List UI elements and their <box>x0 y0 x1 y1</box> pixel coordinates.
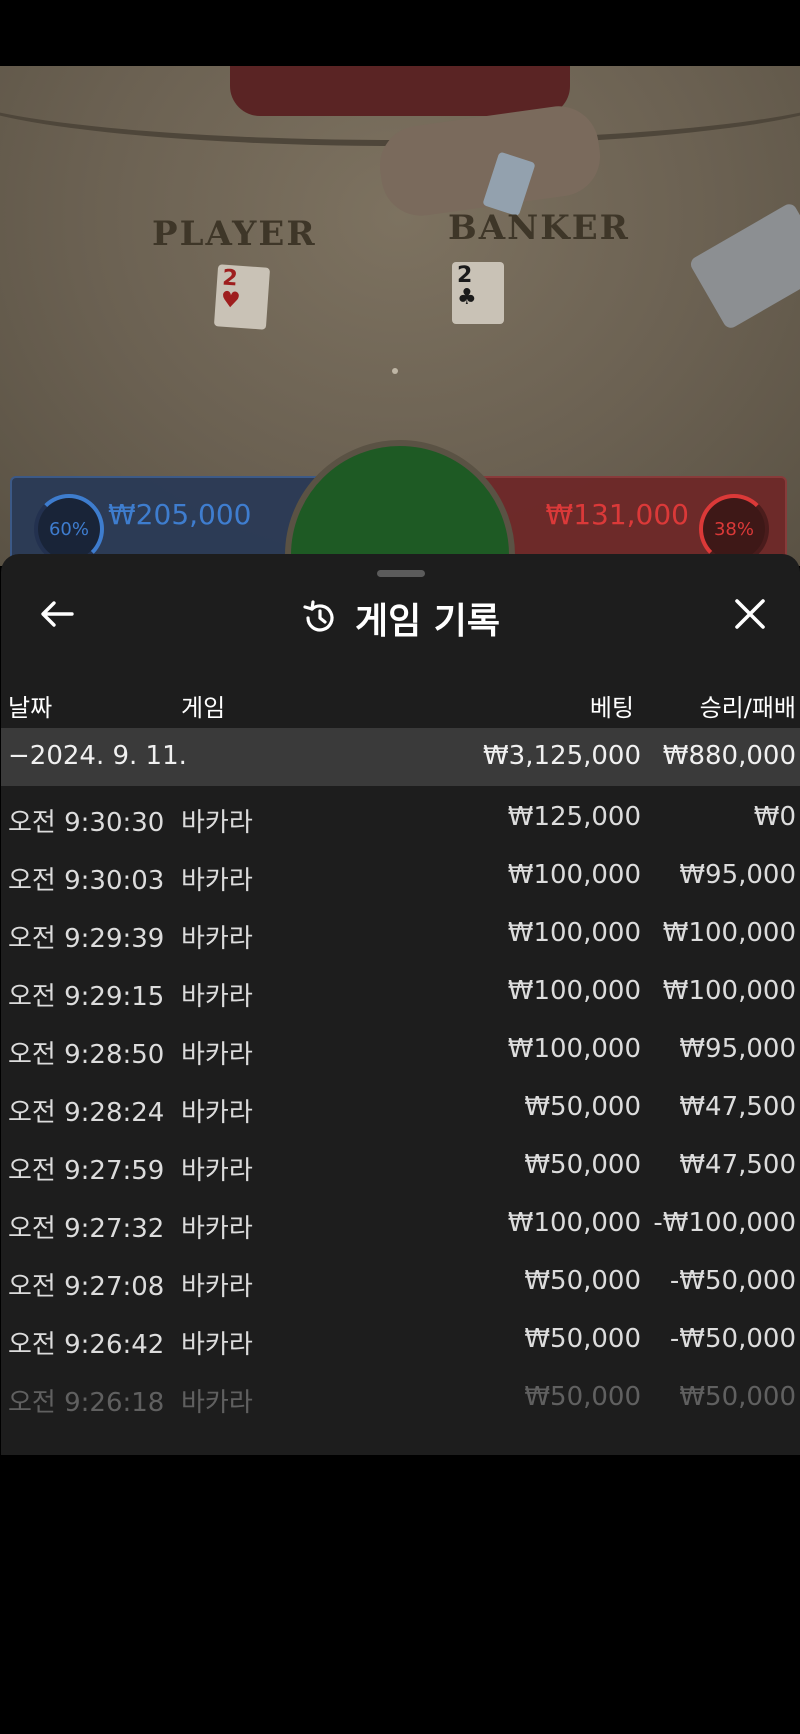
banker-bet-total: ₩131,000 <box>545 498 689 531</box>
row-winloss: ₩47,500 <box>679 1092 796 1122</box>
history-row[interactable]: 오전 9:26:42 바카라 ₩50,000 -₩50,000 <box>1 1308 800 1366</box>
history-row[interactable]: 오전 9:27:32 바카라 ₩100,000 -₩100,000 <box>1 1192 800 1250</box>
row-bet: ₩100,000 <box>507 1208 641 1238</box>
history-row[interactable]: 오전 9:28:50 바카라 ₩100,000 ₩95,000 <box>1 1018 800 1076</box>
dealer <box>230 66 570 116</box>
row-game: 바카라 <box>181 1388 253 1418</box>
history-icon <box>303 600 334 632</box>
row-bet: ₩50,000 <box>524 1324 641 1354</box>
row-time: 오전 9:27:59 <box>8 1156 165 1186</box>
card-suit: ♥ <box>219 287 242 314</box>
column-game: 게임 <box>181 694 226 722</box>
row-winloss: -₩50,000 <box>669 1324 796 1354</box>
row-game: 바카라 <box>181 1098 253 1128</box>
history-row[interactable]: 오전 9:28:24 바카라 ₩50,000 ₩47,500 <box>1 1076 800 1134</box>
row-time: 오전 9:29:39 <box>8 924 165 954</box>
history-row[interactable]: 오전 9:27:59 바카라 ₩50,000 ₩47,500 <box>1 1134 800 1192</box>
row-bet: ₩125,000 <box>507 802 641 832</box>
close-icon <box>735 599 765 629</box>
player-card: 2 ♥ <box>213 264 271 330</box>
row-bet: ₩50,000 <box>524 1150 641 1180</box>
row-game: 바카라 <box>181 1156 253 1186</box>
sheet-title-group: 게임 기록 <box>1 592 800 644</box>
history-list: 오전 9:30:30 바카라 ₩125,000 ₩0 오전 9:30:03 바카… <box>1 786 800 1424</box>
banker-card: 2 ♣ <box>452 262 504 324</box>
row-game: 바카라 <box>181 924 253 954</box>
row-time: 오전 9:29:15 <box>8 982 165 1012</box>
row-game: 바카라 <box>181 1330 253 1360</box>
row-time: 오전 9:26:42 <box>8 1330 165 1360</box>
row-bet: ₩100,000 <box>507 1034 641 1064</box>
column-date: 날짜 <box>8 694 53 722</box>
row-game: 바카라 <box>181 808 253 838</box>
date-group-label: −2024. 9. 11. <box>8 741 187 771</box>
row-game: 바카라 <box>181 866 253 896</box>
row-winloss: ₩50,000 <box>679 1382 796 1412</box>
row-time: 오전 9:30:03 <box>8 866 165 896</box>
row-bet: ₩50,000 <box>524 1266 641 1296</box>
row-bet: ₩100,000 <box>507 860 641 890</box>
row-time: 오전 9:26:18 <box>8 1388 165 1418</box>
history-row[interactable]: 오전 9:30:03 바카라 ₩100,000 ₩95,000 <box>1 844 800 902</box>
player-area-label: PLAYER <box>152 214 317 254</box>
row-time: 오전 9:27:08 <box>8 1272 165 1302</box>
close-button[interactable] <box>730 594 770 634</box>
sheet-grabber[interactable] <box>377 570 425 577</box>
banker-percent: 38% <box>713 518 754 540</box>
column-winloss: 승리/패배 <box>699 694 796 722</box>
card-shoe <box>688 201 800 331</box>
row-bet: ₩100,000 <box>507 918 641 948</box>
row-game: 바카라 <box>181 982 253 1012</box>
row-winloss: -₩100,000 <box>653 1208 796 1238</box>
row-time: 오전 9:27:32 <box>8 1214 165 1244</box>
row-bet: ₩100,000 <box>507 976 641 1006</box>
player-percent: 60% <box>48 518 89 540</box>
card-suit: ♣ <box>457 285 477 310</box>
date-group-bet-total: ₩3,125,000 <box>482 741 641 771</box>
row-game: 바카라 <box>181 1272 253 1302</box>
row-winloss: -₩50,000 <box>669 1266 796 1296</box>
row-winloss: ₩100,000 <box>662 918 796 948</box>
banker-area-label: BANKER <box>448 208 630 248</box>
table-dot <box>392 368 398 374</box>
card-rank: 2 <box>457 263 473 288</box>
history-row[interactable]: 오전 9:27:08 바카라 ₩50,000 -₩50,000 <box>1 1250 800 1308</box>
row-winloss: ₩95,000 <box>679 860 796 890</box>
row-game: 바카라 <box>181 1040 253 1070</box>
sheet-title: 게임 기록 <box>354 601 500 642</box>
column-bet: 베팅 <box>589 694 634 722</box>
row-winloss: ₩100,000 <box>662 976 796 1006</box>
history-row[interactable]: 오전 9:29:39 바카라 ₩100,000 ₩100,000 <box>1 902 800 960</box>
row-time: 오전 9:28:24 <box>8 1098 165 1128</box>
row-winloss: ₩0 <box>753 802 796 832</box>
row-winloss: ₩95,000 <box>679 1034 796 1064</box>
row-game: 바카라 <box>181 1214 253 1244</box>
row-bet: ₩50,000 <box>524 1092 641 1122</box>
date-group-winloss-total: ₩880,000 <box>662 741 796 771</box>
row-time: 오전 9:28:50 <box>8 1040 165 1070</box>
row-time: 오전 9:30:30 <box>8 808 165 838</box>
date-group-row[interactable]: −2024. 9. 11. ₩3,125,000 ₩880,000 <box>1 728 800 786</box>
player-bet-total: ₩205,000 <box>108 498 252 531</box>
row-winloss: ₩47,500 <box>679 1150 796 1180</box>
row-bet: ₩50,000 <box>524 1382 641 1412</box>
history-row[interactable]: 오전 9:29:15 바카라 ₩100,000 ₩100,000 <box>1 960 800 1018</box>
table-header: 날짜 게임 베팅 승리/패배 <box>1 680 800 724</box>
sheet-header: 게임 기록 <box>1 584 800 644</box>
game-history-sheet: 게임 기록 날짜 게임 베팅 승리/패배 −2024. 9. 11. ₩3,12… <box>1 554 800 1455</box>
history-row[interactable]: 오전 9:26:18 바카라 ₩50,000 ₩50,000 <box>1 1366 800 1424</box>
history-row[interactable]: 오전 9:30:30 바카라 ₩125,000 ₩0 <box>1 786 800 844</box>
